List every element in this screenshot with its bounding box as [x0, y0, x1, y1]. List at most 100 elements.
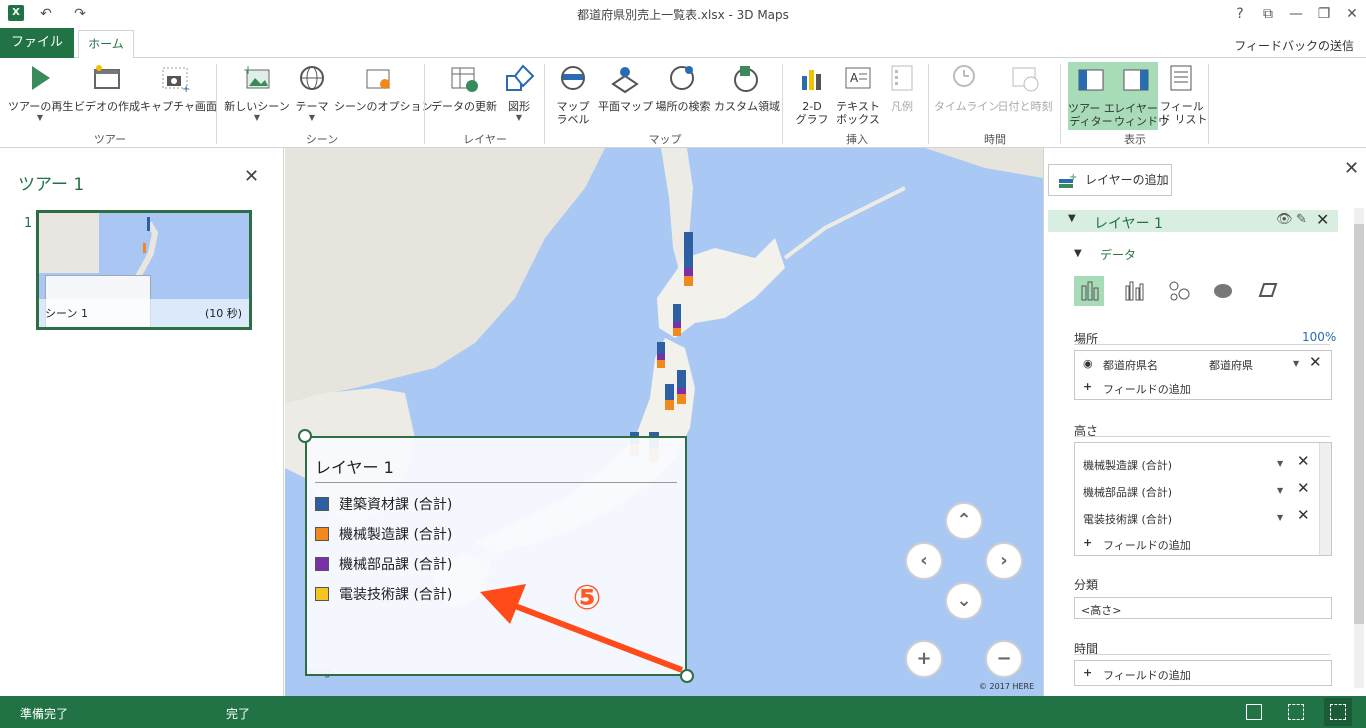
category-field-box[interactable]: <高さ> — [1074, 597, 1332, 619]
remove-field-icon[interactable]: ✕ — [1297, 506, 1310, 524]
field-list-button[interactable]: フィール ド リスト — [1160, 62, 1208, 126]
fit-view-icon[interactable] — [1288, 704, 1304, 720]
close-icon[interactable]: ✕ — [1344, 158, 1359, 179]
svg-text:A: A — [850, 71, 859, 85]
legend-item: 建築資材課 (合計) — [315, 494, 452, 514]
find-location-icon — [670, 66, 694, 90]
theme-button[interactable]: テーマ ▼ — [292, 62, 332, 122]
clustered-column-chart-icon[interactable] — [1120, 276, 1150, 306]
pencil-icon[interactable]: ✎ — [1296, 212, 1307, 227]
pan-up-button[interactable]: ⌃ — [945, 502, 983, 540]
data-section-title: データ — [1100, 248, 1137, 262]
chevron-down-icon[interactable]: ▼ — [1074, 248, 1082, 259]
column-miyagi — [677, 370, 686, 404]
location-field-type[interactable]: 都道府県 — [1209, 357, 1253, 373]
feedback-link[interactable]: フィードバックの送信 — [1234, 37, 1354, 54]
scene-duration: (10 秒) — [205, 307, 243, 320]
thumbnail-japan-icon — [134, 217, 159, 280]
group-label-scene: シーン — [305, 133, 339, 146]
fullscreen-button[interactable] — [1324, 698, 1352, 726]
legend-item: 機械製造課 (合計) — [315, 524, 452, 544]
map-labels-button[interactable]: マップ ラベル — [552, 62, 594, 126]
chevron-down-icon[interactable]: ▼ — [1277, 486, 1283, 495]
bubble-chart-icon[interactable] — [1164, 276, 1194, 306]
find-location-button[interactable]: 場所の検索 — [654, 62, 712, 113]
tour-title: ツアー 1 — [18, 175, 85, 195]
radio-icon[interactable]: ◉ — [1083, 357, 1093, 370]
new-scene-icon: + — [243, 63, 270, 89]
group-divider — [216, 64, 217, 144]
status-bar: 準備完了 完了 — [0, 696, 1366, 728]
region-map-icon[interactable] — [1252, 276, 1282, 306]
location-match-percent[interactable]: 100% — [1302, 330, 1336, 344]
rotate-right-button[interactable]: › — [985, 542, 1023, 580]
tab-home[interactable]: ホーム — [78, 30, 134, 59]
chart-2d-button[interactable]: 2-D グラフ — [790, 62, 834, 126]
layer-name: レイヤー 1 — [1094, 216, 1163, 232]
chevron-down-icon: ▼ — [515, 113, 523, 122]
stacked-column-chart-icon[interactable] — [1074, 276, 1104, 306]
custom-region-button[interactable]: カスタム領域 — [714, 62, 780, 113]
ribbon-display-button[interactable]: ⧉ — [1258, 4, 1278, 24]
field-list-icon — [1170, 65, 1192, 91]
chevron-down-icon[interactable]: ▼ — [1068, 213, 1076, 224]
play-tour-button[interactable]: ツアーの再生 ▼ — [8, 62, 73, 122]
legend-resize-handle[interactable] — [298, 429, 312, 443]
scene-thumbnail[interactable]: シーン 1 (10 秒) — [36, 210, 252, 330]
datetime-button[interactable]: 日付と時刻 — [994, 62, 1056, 113]
shapes-button[interactable]: 図形 ▼ — [500, 62, 538, 122]
height-field-name: 電装技術課 (合計) — [1083, 513, 1173, 526]
legend-item: 機械部品課 (合計) — [315, 554, 452, 574]
tab-file[interactable]: ファイル — [0, 28, 74, 58]
remove-field-icon[interactable]: ✕ — [1297, 452, 1310, 470]
pan-down-button[interactable]: ⌄ — [945, 582, 983, 620]
heatmap-icon[interactable] — [1208, 276, 1238, 306]
capture-screen-button[interactable]: + キャプチャ画面 — [140, 62, 217, 113]
height-field-name: 機械部品課 (合計) — [1083, 486, 1173, 499]
create-video-button[interactable]: ビデオの作成 — [74, 62, 140, 113]
scene-number: 1 — [24, 216, 33, 231]
close-icon[interactable]: ✕ — [244, 166, 259, 187]
add-field-link[interactable]: フィールドの追加 — [1103, 381, 1191, 397]
legend-icon — [891, 65, 913, 91]
scene-options-button[interactable]: シーンのオプション — [334, 62, 432, 113]
timeline-button[interactable]: タイムライン — [934, 62, 999, 113]
rotate-left-button[interactable]: ‹ — [905, 542, 943, 580]
layer-pane-icon — [1123, 69, 1149, 91]
add-field-link[interactable]: フィールドの追加 — [1103, 537, 1191, 553]
new-scene-button[interactable]: + 新しいシーン ▼ — [224, 62, 290, 122]
add-layer-button[interactable]: + レイヤーの追加 — [1048, 164, 1172, 196]
textbox-button[interactable]: A テキスト ボックス — [836, 62, 880, 126]
flat-map-button[interactable]: 平面マップ — [598, 62, 653, 113]
zoom-in-button[interactable]: + — [905, 640, 943, 678]
legend-button[interactable]: 凡例 — [882, 62, 922, 113]
close-window-button[interactable]: ✕ — [1342, 4, 1362, 24]
chevron-down-icon[interactable]: ▼ — [1277, 513, 1283, 522]
minimize-button[interactable]: — — [1286, 4, 1306, 24]
eye-icon[interactable]: 👁 — [1276, 212, 1293, 227]
pane-scrollbar-thumb[interactable] — [1354, 224, 1364, 624]
chevron-down-icon[interactable]: ▼ — [1293, 359, 1299, 368]
map-view-icon[interactable] — [1246, 704, 1262, 720]
help-button[interactable]: ? — [1230, 4, 1250, 24]
add-field-link[interactable]: フィールドの追加 — [1103, 667, 1191, 683]
chevron-down-icon: ▼ — [36, 113, 44, 122]
delete-layer-icon[interactable]: ✕ — [1316, 210, 1329, 229]
maximize-button[interactable]: ❐ — [1314, 4, 1334, 24]
group-divider — [928, 64, 929, 144]
field-list-scrollbar[interactable] — [1319, 443, 1331, 555]
zoom-out-button[interactable]: − — [985, 640, 1023, 678]
remove-field-icon[interactable]: ✕ — [1309, 353, 1322, 371]
column-iwate — [657, 342, 665, 368]
chevron-down-icon[interactable]: ▼ — [1277, 459, 1283, 468]
refresh-data-button[interactable]: データの更新 — [430, 62, 498, 113]
column-fukushima — [665, 384, 674, 410]
title-bar: X ↶ ↷ 都道府県別売上一覧表.xlsx - 3D Maps ? ⧉ — ❐ … — [0, 0, 1366, 28]
shapes-icon — [506, 64, 535, 91]
divider — [1074, 344, 1330, 345]
layer-header[interactable]: ▼ レイヤー 1 👁 ✎ ✕ — [1048, 210, 1338, 232]
tour-editor-button[interactable]: ツアー エ ディター — [1068, 62, 1115, 130]
remove-field-icon[interactable]: ✕ — [1297, 479, 1310, 497]
chevron-down-icon: ▼ — [253, 113, 261, 122]
layer-pane-button[interactable]: レイヤー ウィンドウ — [1114, 62, 1169, 130]
